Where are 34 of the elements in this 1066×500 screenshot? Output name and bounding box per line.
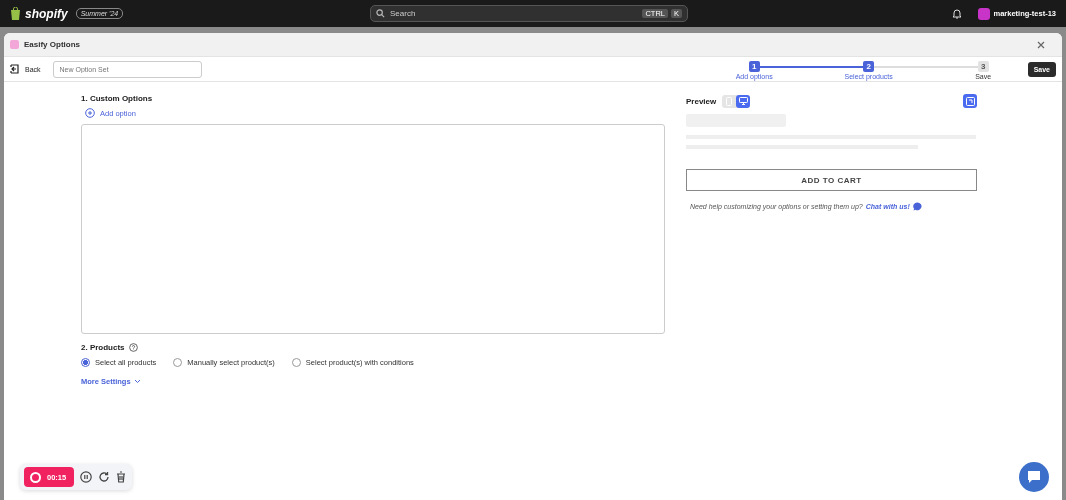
phone-icon (726, 96, 733, 106)
radio-button[interactable] (173, 358, 183, 367)
expand-icon (965, 96, 975, 106)
restart-icon[interactable] (98, 471, 110, 483)
step-number: 3 (977, 61, 989, 72)
expand-button[interactable] (963, 94, 977, 108)
step-number: 2 (863, 61, 875, 72)
search-input[interactable]: Search (390, 9, 638, 18)
pause-icon[interactable] (80, 471, 92, 483)
trash-icon[interactable] (116, 471, 126, 483)
chat-bubble-icon (1026, 470, 1042, 484)
chat-bubble-icon (912, 202, 922, 211)
close-icon[interactable] (1037, 40, 1045, 49)
radio-button[interactable] (291, 358, 301, 367)
store-avatar[interactable] (978, 7, 991, 20)
plus-circle-icon (85, 108, 95, 118)
add-to-cart-button[interactable]: ADD TO CART (686, 169, 977, 191)
search-icon (376, 9, 385, 18)
bell-icon[interactable] (952, 8, 963, 19)
monitor-icon (738, 97, 748, 105)
chat-button[interactable] (1019, 462, 1049, 492)
exit-icon (10, 64, 20, 74)
chevron-down-icon (133, 379, 141, 384)
brand-logo[interactable]: shopify (25, 6, 68, 21)
desktop-view-button[interactable] (736, 94, 751, 108)
step-number: 1 (748, 61, 760, 72)
section-heading: 1. Custom Options (81, 94, 154, 103)
section-heading: 2. Products (81, 343, 125, 352)
shopping-bag-icon (10, 7, 21, 20)
app-icon (10, 40, 19, 49)
help-icon[interactable] (128, 343, 138, 352)
window-title: Easify Options (24, 40, 80, 49)
preview-heading: Preview (686, 96, 717, 106)
radio-button[interactable] (81, 358, 90, 367)
